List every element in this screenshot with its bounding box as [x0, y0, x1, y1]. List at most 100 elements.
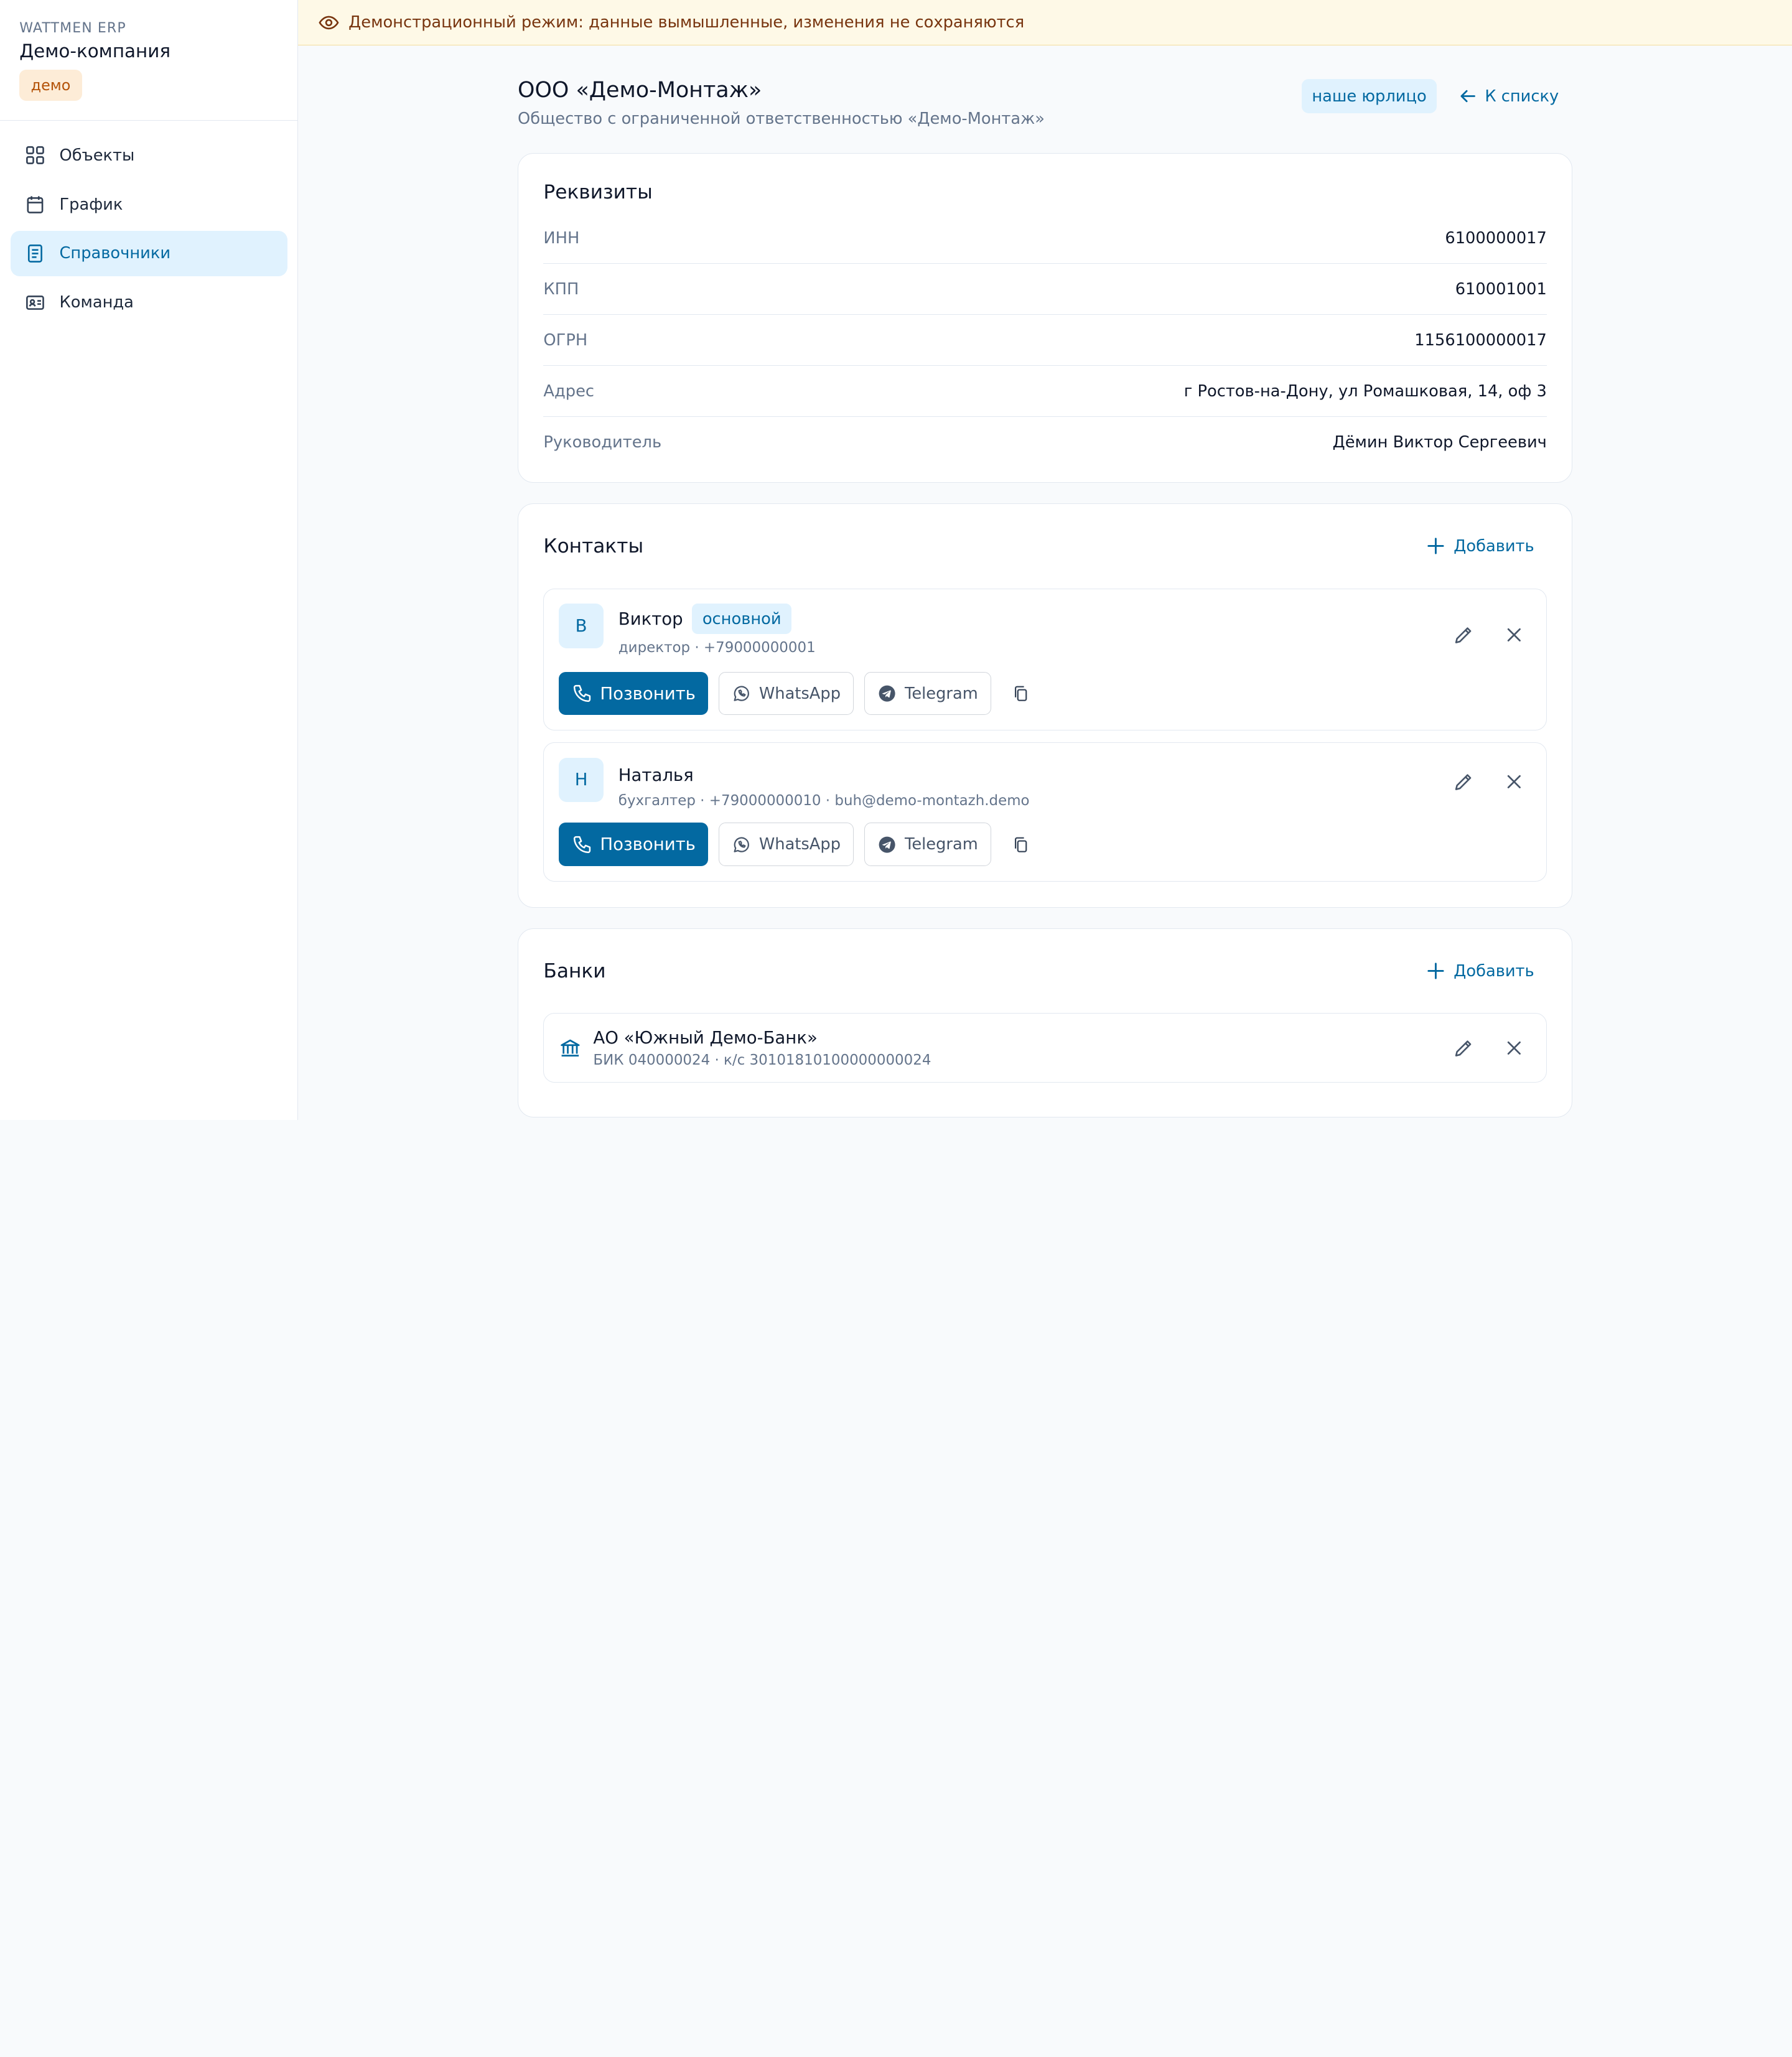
copy-icon: [1015, 686, 1027, 701]
avatar: В: [559, 604, 604, 649]
delete-contact-button[interactable]: [1497, 765, 1531, 799]
bank-name: АО «Южный Демо-Банк»: [593, 1027, 818, 1048]
close-icon: [1507, 775, 1521, 788]
telegram-button[interactable]: Telegram: [864, 671, 991, 716]
sidebar-item-team[interactable]: Команда: [11, 280, 287, 325]
call-button[interactable]: Позвонить: [559, 823, 709, 867]
contact-item: В Виктор основной директор · +7900000000…: [543, 588, 1547, 731]
contact-name: Виктор: [618, 609, 683, 629]
document-icon: [24, 243, 46, 264]
requisite-value: г Ростов-на-Дону, ул Ромашковая, 14, оф …: [1183, 381, 1547, 401]
bank-meta: БИК 040000024 · к/с 30101810100000000024: [593, 1052, 931, 1068]
contacts-card: Контакты Добавить В Виктор основной дире…: [518, 503, 1573, 908]
edit-contact-button[interactable]: [1447, 765, 1481, 799]
demo-banner: Демонстрационный режим: данные вымышленн…: [298, 0, 1792, 46]
calendar-icon: [24, 194, 46, 215]
telegram-button[interactable]: Telegram: [864, 823, 991, 867]
whatsapp-icon: [734, 837, 749, 852]
requisite-value: Дёмин Виктор Сергеевич: [1332, 433, 1547, 452]
sidebar: WATTMEN ERP Демо-компания демо Объекты Г…: [0, 0, 299, 1120]
copy-contact-button[interactable]: [1004, 828, 1038, 862]
contact-name: Наталья: [618, 765, 694, 785]
phone-icon: [573, 836, 590, 853]
contact-meta: директор · +79000000001: [618, 639, 816, 656]
page-content: ООО «Демо-Монтаж» Общество с ограниченно…: [518, 45, 1573, 1117]
requisite-label: КПП: [543, 279, 579, 299]
edit-bank-button[interactable]: [1447, 1031, 1481, 1065]
add-contact-button[interactable]: Добавить: [1425, 535, 1547, 557]
back-to-list-link[interactable]: К списку: [1457, 86, 1559, 106]
pencil-icon: [1455, 1040, 1472, 1056]
requisite-row: КПП 610001001: [543, 264, 1547, 315]
close-icon: [1507, 628, 1521, 641]
requisite-value: 6100000017: [1445, 228, 1547, 248]
bank-item: АО «Южный Демо-Банк» БИК 040000024 · к/с…: [543, 1013, 1547, 1083]
requisites-title: Реквизиты: [543, 181, 653, 204]
sidebar-item-schedule[interactable]: График: [11, 182, 287, 227]
whatsapp-button[interactable]: WhatsApp: [718, 823, 854, 867]
contacts-title: Контакты: [543, 534, 644, 557]
close-icon: [1507, 1041, 1521, 1055]
avatar: Н: [559, 757, 604, 803]
call-label: Позвонить: [600, 834, 696, 855]
requisite-row: Адрес г Ростов-на-Дону, ул Ромашковая, 1…: [543, 366, 1547, 417]
requisite-label: Адрес: [543, 381, 595, 401]
requisite-label: ОГРН: [543, 330, 588, 350]
whatsapp-button[interactable]: WhatsApp: [718, 671, 854, 716]
requisite-row: ИНН 6100000017: [543, 213, 1547, 264]
telegram-icon: [879, 836, 895, 853]
plus-icon: [1427, 963, 1444, 979]
call-button[interactable]: Позвонить: [559, 671, 709, 716]
contact-item: Н Наталья бухгалтер · +79000000010 · buh…: [543, 742, 1547, 882]
brand-block: WATTMEN ERP Демо-компания демо: [0, 0, 298, 121]
requisite-label: ИНН: [543, 228, 580, 248]
telegram-label: Telegram: [905, 835, 978, 854]
requisite-label: Руководитель: [543, 433, 662, 452]
banks-title: Банки: [543, 959, 606, 982]
page-header: ООО «Демо-Монтаж» Общество с ограниченно…: [518, 78, 1572, 128]
whatsapp-label: WhatsApp: [758, 684, 841, 703]
bank-icon: [561, 1039, 580, 1056]
requisite-row: ОГРН 1156100000017: [543, 315, 1547, 366]
banks-card: Банки Добавить АО «Южный Демо-Банк» БИК …: [518, 928, 1573, 1117]
sidebar-item-label: Справочники: [59, 244, 171, 263]
whatsapp-icon: [734, 686, 749, 701]
requisite-value: 1156100000017: [1414, 330, 1547, 350]
plus-icon: [1427, 538, 1444, 554]
telegram-icon: [879, 685, 895, 702]
company-name: Демо-компания: [19, 40, 171, 62]
id-card-icon: [24, 292, 46, 314]
pencil-icon: [1455, 774, 1472, 790]
add-bank-label: Добавить: [1454, 961, 1534, 981]
sidebar-nav: Объекты График Справочники Команда: [0, 121, 297, 340]
requisite-value: 610001001: [1455, 279, 1547, 299]
page-title: ООО «Демо-Монтаж»: [518, 77, 762, 103]
banner-text: Демонстрационный режим: данные вымышленн…: [348, 13, 1025, 32]
add-bank-button[interactable]: Добавить: [1425, 960, 1547, 982]
copy-icon: [1015, 837, 1027, 852]
telegram-label: Telegram: [905, 684, 978, 703]
sidebar-item-label: График: [59, 195, 123, 214]
entity-type-badge: наше юрлицо: [1301, 78, 1437, 114]
back-label: К списку: [1485, 86, 1559, 106]
brand-product: WATTMEN ERP: [19, 21, 126, 37]
copy-contact-button[interactable]: [1004, 676, 1038, 711]
sidebar-item-objects[interactable]: Объекты: [11, 133, 287, 178]
page-subtitle: Общество с ограниченной ответственностью…: [518, 109, 1045, 128]
call-label: Позвонить: [600, 683, 696, 704]
delete-bank-button[interactable]: [1497, 1031, 1531, 1065]
contact-meta: бухгалтер · +79000000010 · buh@demo-mont…: [618, 793, 1030, 809]
edit-contact-button[interactable]: [1447, 617, 1481, 651]
whatsapp-label: WhatsApp: [758, 835, 841, 854]
sidebar-item-label: Объекты: [59, 146, 135, 165]
delete-contact-button[interactable]: [1497, 617, 1531, 651]
add-contact-label: Добавить: [1454, 536, 1534, 556]
sidebar-item-label: Команда: [59, 293, 134, 312]
sidebar-item-directories[interactable]: Справочники: [10, 230, 287, 277]
requisite-row: Руководитель Дёмин Виктор Сергеевич: [543, 417, 1546, 468]
pencil-icon: [1455, 627, 1472, 643]
phone-icon: [573, 684, 590, 702]
eye-icon: [319, 16, 339, 29]
arrow-left-icon: [1460, 90, 1476, 103]
grid-icon: [24, 144, 46, 166]
